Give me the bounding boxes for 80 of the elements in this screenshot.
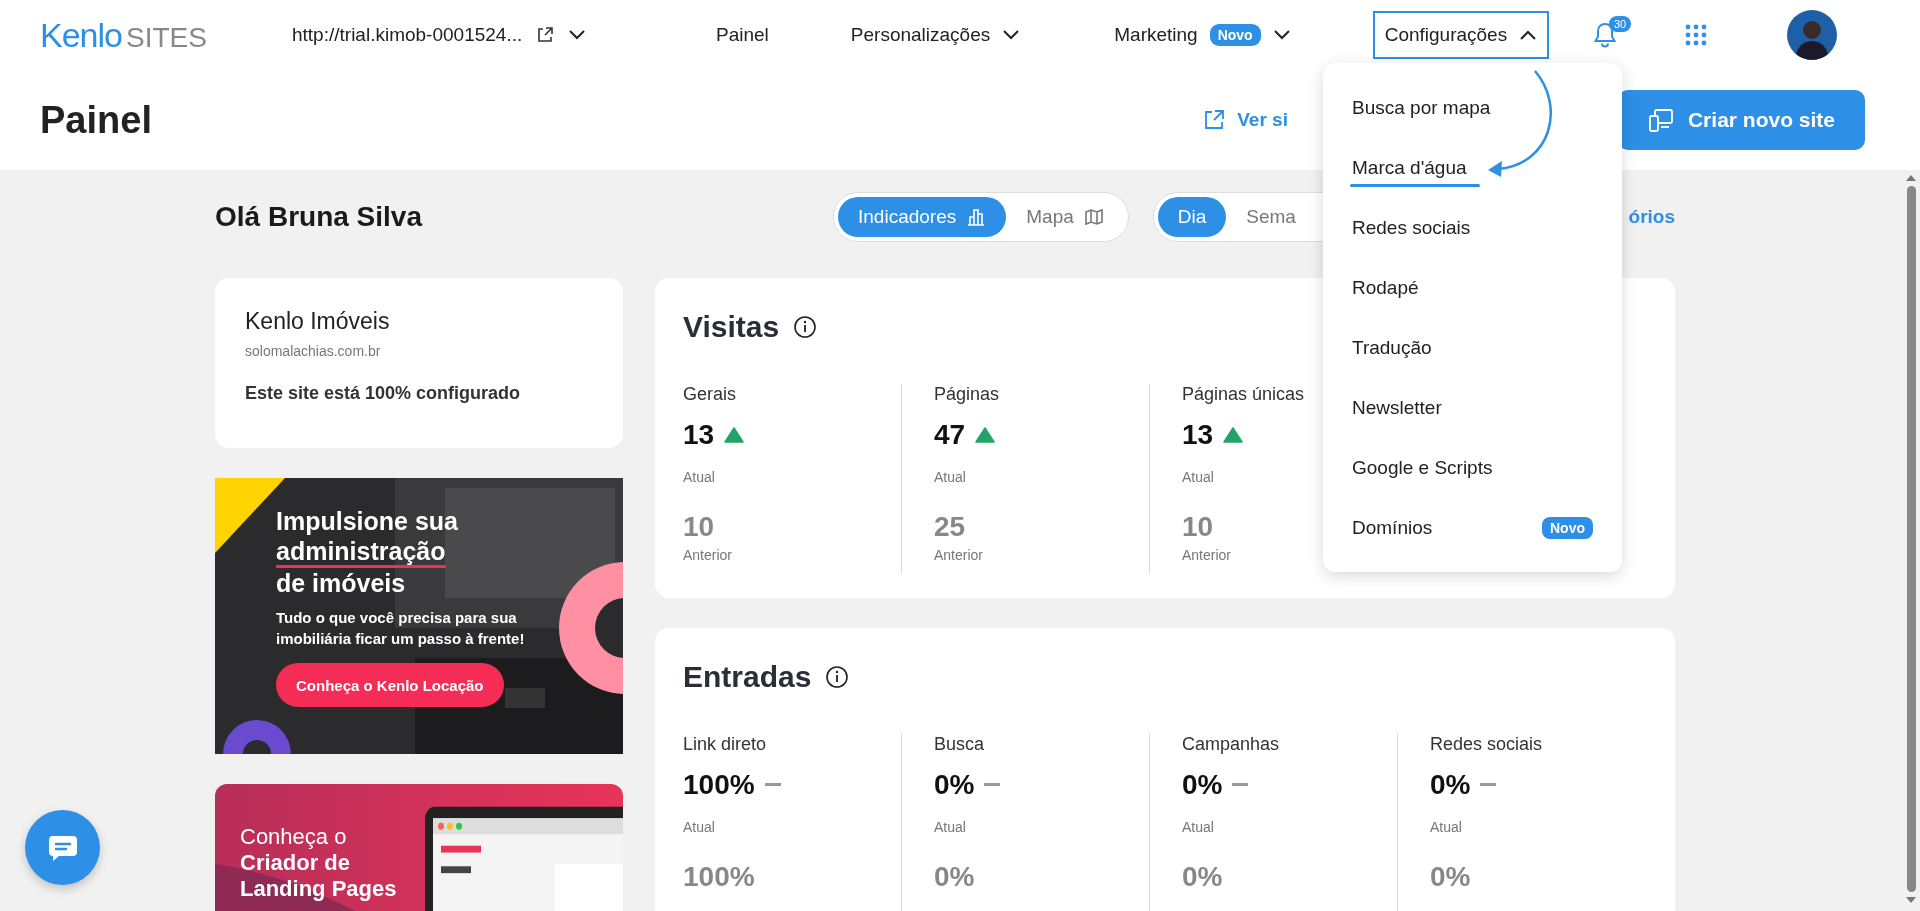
menu-item[interactable]: Tradução <box>1323 318 1622 378</box>
promo-title-line: de imóveis <box>276 568 406 599</box>
new-badge: Novo <box>1209 24 1261 46</box>
bar-chart-icon <box>966 207 987 227</box>
metric-label: Campanhas <box>1182 734 1280 755</box>
metric-caption: Atual <box>1182 469 1214 485</box>
menu-item[interactable]: Redes sociais <box>1323 198 1622 258</box>
chat-icon <box>46 833 79 862</box>
nav-menu[interactable]: Configurações <box>1372 11 1550 59</box>
apps-grid-icon[interactable] <box>1685 24 1707 46</box>
metric-value: 13 <box>683 419 715 451</box>
menu-item[interactable]: Rodapé <box>1323 258 1622 318</box>
page-title: Painel <box>40 98 152 142</box>
scroll-up-icon[interactable] <box>1905 174 1917 182</box>
logo-brand: Kenlo <box>40 15 122 55</box>
nav-link[interactable]: Painel <box>716 24 769 46</box>
nav-menu[interactable]: Personalizações <box>838 11 1033 59</box>
metric-label: Busca <box>934 734 985 755</box>
chevron-down-icon <box>1272 29 1291 41</box>
menu-item[interactable]: Newsletter <box>1323 378 1622 438</box>
scroll-down-icon[interactable] <box>1905 896 1917 904</box>
metric-label: Gerais <box>683 384 736 405</box>
metric-caption: Anterior <box>934 547 984 563</box>
external-link-icon <box>1203 109 1226 131</box>
promo-button[interactable]: Conheça o Kenlo Locação <box>276 663 504 707</box>
section-title: Visitas <box>683 310 780 344</box>
chevron-up-icon <box>1519 29 1538 41</box>
chevron-down-icon <box>1002 29 1021 41</box>
metric-caption: Atual <box>683 819 715 835</box>
metric-caption: Atual <box>683 469 715 485</box>
avatar[interactable] <box>1787 10 1837 60</box>
chevron-down-icon[interactable] <box>568 29 587 41</box>
metric-label: Link direto <box>683 734 767 755</box>
previous-value: 10 <box>683 511 715 543</box>
new-badge: Novo <box>1542 517 1593 539</box>
nav-menu[interactable]: Marketing Novo <box>1102 11 1303 59</box>
site-domain: solomalachias.com.br <box>245 343 382 359</box>
info-icon[interactable] <box>825 665 850 689</box>
metric-value: 0% <box>934 769 975 801</box>
promo-title-line: Impulsione sua <box>276 506 458 537</box>
previous-value: 25 <box>934 511 966 543</box>
promo-text: Conheça o Criador de Landing Pages <box>239 823 398 902</box>
site-url: http://trial.kimob-0001524... <box>292 24 523 46</box>
metric-label: Páginas únicas <box>1182 384 1305 405</box>
logo-product: SITES <box>125 21 207 54</box>
metric-value: 0% <box>1430 769 1471 801</box>
metric-value: 13 <box>1182 419 1214 451</box>
previous-value: 10 <box>1182 511 1214 543</box>
metric-caption: Atual <box>1430 819 1462 835</box>
menu-item[interactable]: Google e Scripts <box>1323 438 1622 498</box>
greeting: Olá Bruna Silva <box>215 201 424 233</box>
devices-icon <box>1647 107 1674 133</box>
section-title: Entradas <box>683 660 812 694</box>
scrollbar[interactable] <box>1904 174 1918 904</box>
metric-label: Redes sociais <box>1430 734 1543 755</box>
info-icon[interactable] <box>793 315 818 339</box>
metric-value: 47 <box>934 419 966 451</box>
notification-count: 30 <box>1609 16 1632 32</box>
menu-item[interactable]: Domínios Novo <box>1323 498 1622 558</box>
promo-subtitle: Tudo o que você precisa para sua imobiliária ficar um passo à frente! <box>276 608 526 649</box>
external-link-icon[interactable] <box>536 26 555 44</box>
metric-caption: Anterior <box>1182 547 1232 563</box>
metric-caption: Anterior <box>683 547 733 563</box>
map-icon <box>1083 207 1104 227</box>
previous-value: 0% <box>934 861 975 893</box>
metric-label: Páginas <box>934 384 1000 405</box>
previous-value: 100% <box>683 861 755 893</box>
site-status: Este site está 100% configurado <box>245 383 522 404</box>
chat-button[interactable] <box>25 810 100 885</box>
period-tab[interactable]: Sema <box>1226 197 1316 237</box>
metric-caption: Atual <box>934 469 966 485</box>
metric-caption: Atual <box>1182 819 1214 835</box>
metric-caption: Atual <box>934 819 966 835</box>
previous-value: 0% <box>1182 861 1223 893</box>
view-tab[interactable]: Mapa <box>1006 197 1124 237</box>
metric-value: 100% <box>683 769 755 801</box>
previous-value: 0% <box>1430 861 1471 893</box>
metric-value: 0% <box>1182 769 1223 801</box>
site-name: Kenlo Imóveis <box>245 308 391 335</box>
promo-title-line: administração <box>276 537 446 568</box>
